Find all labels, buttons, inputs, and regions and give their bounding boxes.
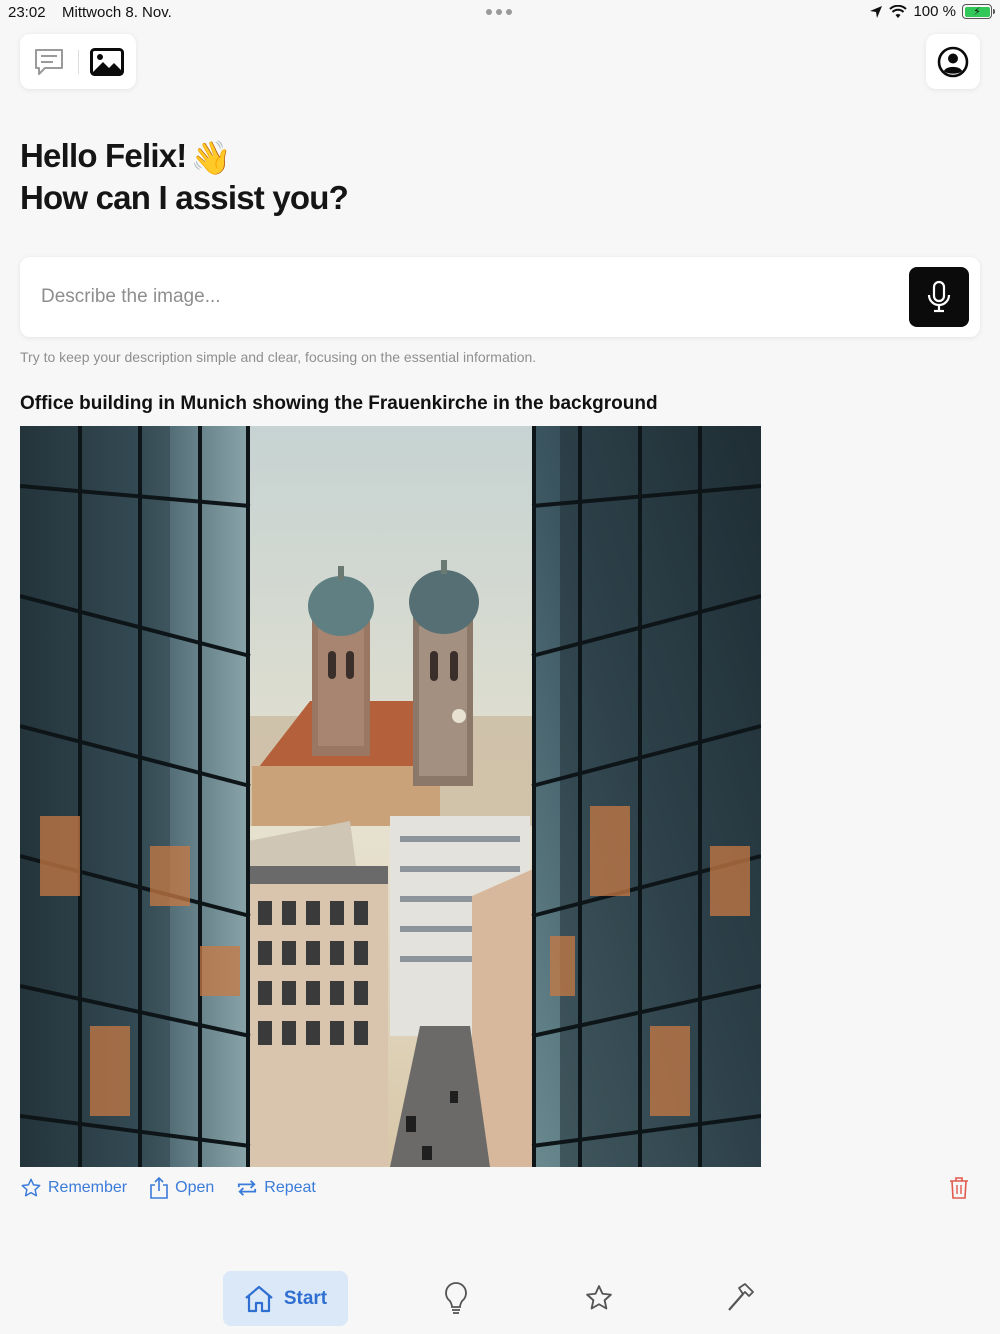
battery-percent: 100 %	[913, 3, 956, 20]
nav-start-label: Start	[283, 1287, 328, 1309]
lightbulb-icon	[445, 1282, 467, 1314]
nav-favorites[interactable]	[581, 1280, 617, 1316]
mode-toggle	[20, 34, 136, 89]
delete-button[interactable]	[948, 1176, 970, 1200]
result-title: Office building in Munich showing the Fr…	[20, 393, 658, 414]
repeat-icon	[238, 1180, 257, 1196]
status-indicators: 100 % ⚡	[869, 3, 995, 20]
remember-label: Remember	[48, 1179, 128, 1196]
share-icon	[150, 1176, 168, 1199]
wifi-icon	[889, 4, 908, 18]
nav-ideas[interactable]	[438, 1280, 474, 1316]
microphone-icon	[927, 280, 951, 313]
microphone-button[interactable]	[909, 267, 969, 327]
profile-icon	[937, 46, 969, 77]
chat-mode-button[interactable]	[32, 45, 66, 79]
remember-button[interactable]: Remember	[20, 1176, 127, 1200]
greeting: Hello Felix! 👋 How can I assist you?	[20, 136, 349, 218]
status-date: Mittwoch 8. Nov.	[62, 4, 172, 21]
home-icon	[245, 1285, 273, 1312]
image-icon	[90, 47, 124, 76]
result-actions: Remember Open Repeat	[20, 1176, 316, 1200]
battery-icon: ⚡	[962, 4, 995, 19]
hammer-icon	[728, 1283, 754, 1311]
open-button[interactable]: Open	[149, 1176, 214, 1200]
nav-tools[interactable]	[723, 1280, 759, 1316]
star-icon	[21, 1178, 41, 1197]
image-mode-button[interactable]	[90, 45, 124, 79]
chat-icon	[35, 48, 63, 75]
open-label: Open	[175, 1179, 215, 1196]
repeat-label: Repeat	[264, 1179, 316, 1196]
nav-start[interactable]: Start	[223, 1271, 348, 1326]
generated-image[interactable]	[20, 426, 761, 1167]
toggle-divider	[77, 49, 79, 74]
prompt-input[interactable]	[41, 281, 901, 313]
prompt-hint: Try to keep your description simple and …	[20, 349, 537, 365]
multitasking-dots[interactable]	[486, 4, 512, 15]
profile-button[interactable]	[926, 34, 980, 89]
star-icon	[586, 1285, 612, 1310]
waving-hand-emoji: 👋	[190, 139, 231, 177]
bottom-navigation: Start	[0, 1260, 1000, 1334]
location-icon	[870, 5, 883, 18]
greeting-line-1: Hello Felix!	[20, 137, 187, 174]
greeting-line-2: How can I assist you?	[20, 179, 349, 217]
munich-frauenkirche-illustration	[20, 426, 761, 1167]
trash-icon	[950, 1177, 968, 1199]
prompt-card	[20, 257, 980, 337]
repeat-button[interactable]: Repeat	[236, 1176, 316, 1200]
status-bar: 23:02 Mittwoch 8. Nov. 100 % ⚡	[0, 0, 1000, 26]
status-time: 23:02	[8, 4, 46, 21]
